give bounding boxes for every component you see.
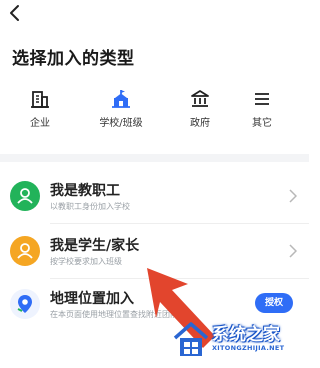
option-student-subtitle: 按学校要求加入班级 bbox=[50, 257, 122, 266]
user-icon bbox=[17, 243, 33, 259]
option-student-parent[interactable]: 我是学生/家长 按学校要求加入班级 bbox=[0, 223, 309, 279]
back-arrow-icon bbox=[10, 5, 19, 21]
section-divider bbox=[0, 154, 309, 162]
school-icon bbox=[112, 90, 130, 108]
location-avatar bbox=[10, 289, 40, 319]
tab-school[interactable]: 学校/班级 bbox=[91, 88, 151, 132]
type-tabs: 企业 学校/班级 政府 其它 bbox=[0, 88, 309, 132]
tab-other-label: 其它 bbox=[252, 118, 272, 129]
option-location-title: 地理位置加入 bbox=[50, 291, 134, 307]
chevron-right-icon bbox=[289, 189, 297, 203]
tab-government[interactable]: 政府 bbox=[170, 88, 230, 132]
watermark-logo: 系统之家 XITONGZHIJIA.NET bbox=[172, 318, 307, 364]
tab-other[interactable]: 其它 bbox=[232, 88, 292, 132]
building-icon bbox=[31, 91, 49, 108]
option-student-title: 我是学生/家长 bbox=[50, 238, 140, 254]
back-button[interactable] bbox=[4, 2, 26, 24]
page-title: 选择加入的类型 bbox=[12, 49, 135, 69]
student-avatar bbox=[10, 236, 40, 266]
staff-avatar bbox=[10, 181, 40, 211]
user-icon bbox=[17, 188, 33, 204]
option-staff[interactable]: 我是教职工 以教职工身份加入学校 bbox=[0, 168, 309, 224]
tab-enterprise-label: 企业 bbox=[30, 118, 50, 129]
house-logo-icon bbox=[173, 322, 209, 356]
menu-icon bbox=[255, 93, 269, 105]
tab-government-label: 政府 bbox=[190, 118, 210, 129]
tab-enterprise[interactable]: 企业 bbox=[10, 88, 70, 132]
watermark-url: XITONGZHIJIA.NET bbox=[212, 344, 285, 352]
watermark-name: 系统之家 bbox=[212, 325, 280, 345]
authorize-button[interactable]: 授权 bbox=[255, 293, 293, 313]
option-staff-title: 我是教职工 bbox=[50, 183, 120, 199]
tab-school-label: 学校/班级 bbox=[99, 118, 143, 129]
option-staff-subtitle: 以教职工身份加入学校 bbox=[50, 202, 130, 211]
location-icon bbox=[17, 295, 32, 313]
government-icon bbox=[191, 90, 209, 107]
option-location-subtitle: 在本页面使用地理位置查找附近团队 bbox=[50, 310, 178, 319]
chevron-right-icon bbox=[289, 244, 297, 258]
